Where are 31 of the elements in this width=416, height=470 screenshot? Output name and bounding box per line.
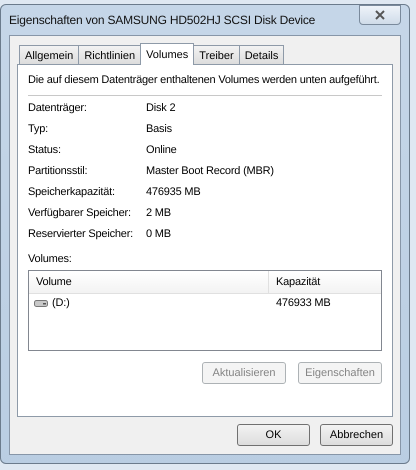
- column-header[interactable]: Volume: [29, 271, 269, 293]
- property-value: Disk 2: [146, 102, 176, 114]
- property-value: Basis: [146, 123, 173, 135]
- capacity-cell-text: 476933 MB: [275, 297, 330, 309]
- property-value: 0 MB: [146, 228, 172, 240]
- dialog-button[interactable]: Abbrechen: [320, 424, 393, 446]
- property-value: Master Boot Record (MBR): [146, 165, 275, 177]
- property-label: Speicherkapazität:: [28, 186, 116, 198]
- property-label: Verfügbarer Speicher:: [28, 207, 132, 219]
- property-value: Online: [146, 144, 178, 156]
- volumes-label: Volumes:: [28, 253, 73, 265]
- dialog-button[interactable]: OK: [237, 424, 310, 446]
- tab[interactable]: Volumes: [140, 43, 194, 65]
- tab[interactable]: Allgemein: [19, 45, 80, 64]
- close-button[interactable]: [359, 5, 401, 25]
- column-header[interactable]: Kapazität: [269, 271, 381, 293]
- property-label: Partitionsstil:: [28, 165, 88, 177]
- property-value: 476935 MB: [146, 186, 202, 198]
- property-label: Reservierter Speicher:: [28, 228, 134, 240]
- description-text: Die auf diesem Datenträger enthaltenen Volumes werden unten aufgeführt.: [28, 74, 382, 96]
- property-value: 2 MB: [146, 207, 172, 219]
- window-title: Eigenschaften von SAMSUNG HD502HJ SCSI Disk Device: [9, 13, 316, 27]
- tab[interactable]: Richtlinien: [78, 45, 142, 64]
- tab[interactable]: Treiber: [193, 45, 240, 64]
- drive-icon: [34, 299, 48, 307]
- property-label: Typ:: [28, 123, 49, 135]
- tab[interactable]: Details: [238, 45, 284, 64]
- close-icon: [374, 10, 386, 20]
- volume-cell[interactable]: (D:): [29, 297, 269, 309]
- property-label: Datenträger:: [28, 102, 88, 114]
- property-label: Status:: [28, 144, 62, 156]
